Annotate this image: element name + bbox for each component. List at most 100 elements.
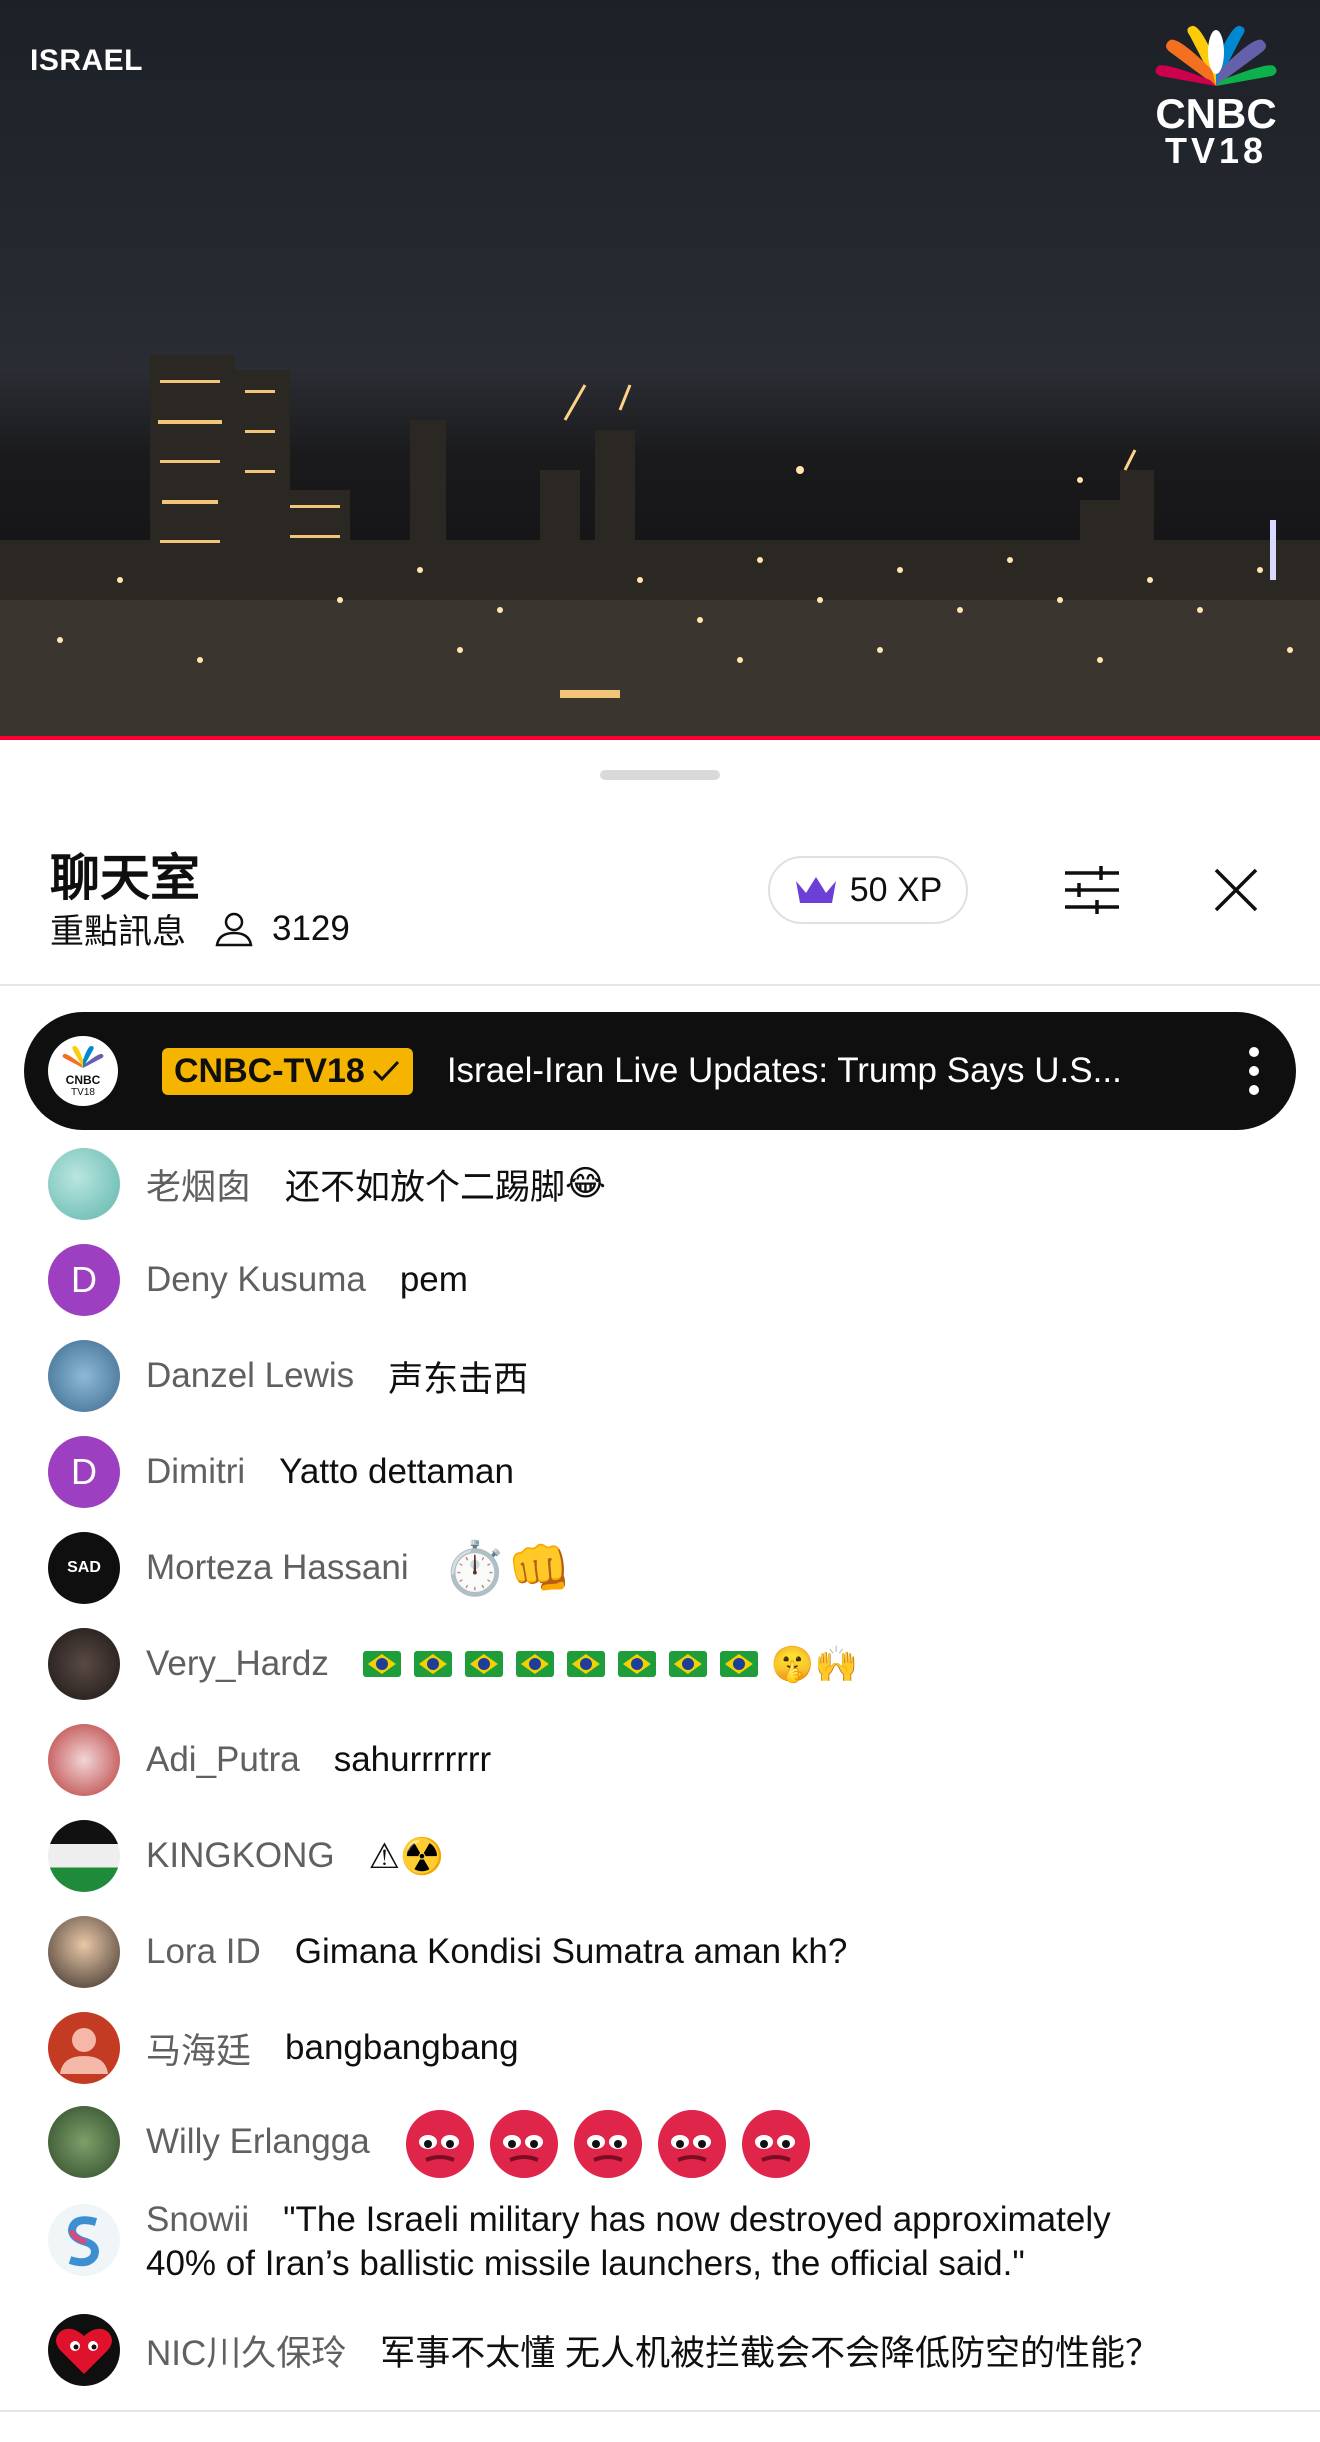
message-author[interactable]: Snowii xyxy=(146,2200,249,2240)
chat-message[interactable]: Lora ID Gimana Kondisi Sumatra aman kh? xyxy=(48,1916,1288,1988)
chat-message[interactable]: KINGKONG ⚠☢️ xyxy=(48,1820,1288,1892)
chat-mode-selector[interactable]: 重點訊息 3129 xyxy=(50,904,350,953)
message-author[interactable]: 老烟囱 xyxy=(146,1159,251,1210)
xp-button[interactable]: 50 XP xyxy=(768,856,968,924)
chat-mode-label[interactable]: 重點訊息 xyxy=(50,904,186,953)
chat-message[interactable]: SAD Morteza Hassani ⏱️👊 xyxy=(48,1532,1288,1604)
message-author[interactable]: Adi_Putra xyxy=(146,1740,300,1780)
viewers-icon xyxy=(215,912,253,946)
message-text-wrapper xyxy=(404,2104,824,2180)
message-text: pem xyxy=(399,1260,468,1299)
message-author[interactable]: Very_Hardz xyxy=(146,1644,329,1684)
brazil-flag-icon xyxy=(413,1651,452,1677)
message-line-1: Snowii "The Israeli military has now des… xyxy=(146,2200,1111,2240)
message-text: sahurrrrrrr xyxy=(333,1740,492,1779)
avatar-letter: D xyxy=(71,1259,97,1300)
message-text: 声东击西 xyxy=(388,1359,529,1399)
message-author[interactable]: Deny Kusuma xyxy=(146,1260,366,1300)
message-text: Gimana Kondisi Sumatra aman kh? xyxy=(294,1932,848,1971)
message-author[interactable]: 马海廷 xyxy=(146,2023,251,2074)
avatar: D xyxy=(48,1436,120,1508)
avatar xyxy=(48,1916,120,1988)
stopwatch-fist-emoji-icon: ⏱️👊 xyxy=(442,1539,573,1598)
red-face-emoji-icon xyxy=(657,2110,726,2178)
crown-icon xyxy=(795,877,836,903)
pinned-channel-avatar: CNBC TV18 xyxy=(48,1036,118,1106)
red-face-emoji-icon xyxy=(405,2110,474,2178)
chat-title: 聊天室 xyxy=(50,850,200,906)
cnbc-logo-icon: CNBC TV18 xyxy=(62,1046,104,1098)
red-face-emoji-icon xyxy=(489,2110,558,2178)
brazil-flag-icon xyxy=(617,1651,656,1677)
brazil-flag-icon xyxy=(719,1651,758,1677)
close-icon xyxy=(1214,868,1258,912)
message-text-wrapper: 还不如放个二踢脚 😂 xyxy=(285,1159,606,1210)
message-author[interactable]: NIC川久保玲 xyxy=(146,2325,346,2376)
chat-message[interactable]: Very_Hardz 🤫🙌 xyxy=(48,1628,1288,1700)
verified-check-icon xyxy=(372,1060,399,1082)
avatar xyxy=(48,1148,120,1220)
brazil-flag-icon xyxy=(362,1651,401,1677)
drag-handle[interactable] xyxy=(600,770,720,780)
red-face-emoji-icon xyxy=(573,2110,642,2178)
city-skyline-image xyxy=(0,355,1320,740)
chat-message[interactable]: Danzel Lewis 声东击西 xyxy=(48,1340,1288,1412)
close-chat-button[interactable] xyxy=(1204,858,1268,922)
message-author[interactable]: Morteza Hassani xyxy=(146,1548,409,1588)
svg-text:TV18: TV18 xyxy=(71,1087,95,1098)
more-vert-icon[interactable] xyxy=(1248,1046,1260,1096)
sliders-icon xyxy=(1065,866,1119,914)
shush-raised-hands-emoji-icon: 🤫🙌 xyxy=(770,1644,859,1684)
message-author[interactable]: Lora ID xyxy=(146,1932,261,1972)
brazil-flag-icon xyxy=(464,1651,503,1677)
avatar: D xyxy=(48,1244,120,1316)
chat-input-divider xyxy=(0,2410,1320,2412)
peacock-icon xyxy=(1155,25,1277,86)
brazil-flag-icon xyxy=(515,1651,554,1677)
pinned-channel-name: CNBC-TV18 xyxy=(174,1051,365,1090)
avatar xyxy=(48,1628,120,1700)
message-text-wrapper: 🤫🙌 xyxy=(362,1644,859,1685)
chat-message[interactable]: NIC川久保玲 军事不太懂 无人机被拦截会不会降低防空的性能？ xyxy=(48,2314,1288,2386)
message-body: Snowii "The Israeli military has now des… xyxy=(146,2200,1111,2284)
message-text: ⚠☢️ xyxy=(368,1836,444,1876)
chat-message[interactable]: D Deny Kusuma pem xyxy=(48,1244,1288,1316)
avatar: SAD xyxy=(48,1532,120,1604)
avatar-letter: D xyxy=(71,1451,97,1492)
chat-message[interactable]: Willy Erlangga xyxy=(48,2104,1288,2180)
heart-eyes-logo-icon xyxy=(56,2328,112,2374)
pinned-message-text: Israel-Iran Live Updates: Trump Says U.S… xyxy=(446,1051,1122,1090)
message-text: Yatto dettaman xyxy=(279,1452,514,1491)
snow-s-logo-icon xyxy=(67,2216,99,2267)
live-chat-panel: 聊天室 重點訊息 3129 50 XP CNBC TV18 CNBC-TV18 … xyxy=(0,742,1320,2442)
location-tag: ISRAEL xyxy=(30,44,144,77)
video-player[interactable]: ISRAEL CNBC TV18 xyxy=(0,0,1320,740)
svg-text:CNBC: CNBC xyxy=(66,1073,101,1087)
brazil-flag-icon xyxy=(668,1651,707,1677)
avatar xyxy=(48,2204,120,2276)
message-author[interactable]: Danzel Lewis xyxy=(146,1356,354,1396)
laughing-emoji-icon: 😂 xyxy=(565,1164,606,1203)
message-text-continued: 40% of Iran’s ballistic missile launcher… xyxy=(146,2244,1025,2283)
cnbc-tv18-logo: CNBC TV18 xyxy=(1150,22,1282,171)
avatar xyxy=(48,1340,120,1412)
pinned-message[interactable]: CNBC TV18 CNBC-TV18 Israel-Iran Live Upd… xyxy=(24,1012,1296,1130)
chat-message[interactable]: 马海廷 bangbangbang xyxy=(48,2012,1288,2084)
message-author[interactable]: KINGKONG xyxy=(146,1836,335,1876)
message-text: 军事不太懂 无人机被拦截会不会降低防空的性能？ xyxy=(380,2333,1161,2373)
red-face-emoji-icon xyxy=(741,2110,810,2178)
chat-message[interactable]: D Dimitri Yatto dettaman xyxy=(48,1436,1288,1508)
avatar xyxy=(48,1820,120,1892)
message-author[interactable]: Dimitri xyxy=(146,1452,245,1492)
header-divider xyxy=(0,984,1320,986)
avatar xyxy=(48,2314,120,2386)
chat-message[interactable]: Snowii "The Israeli military has now des… xyxy=(48,2200,1288,2284)
message-text: "The Israeli military has now destroyed … xyxy=(283,2200,1111,2239)
logo-line2: TV18 xyxy=(1164,130,1268,171)
chat-message[interactable]: 老烟囱 还不如放个二踢脚 😂 xyxy=(48,1148,1288,1220)
chat-message[interactable]: Adi_Putra sahurrrrrrr xyxy=(48,1724,1288,1796)
avatar xyxy=(48,2106,120,2178)
chat-settings-button[interactable] xyxy=(1060,858,1124,922)
message-author[interactable]: Willy Erlangga xyxy=(146,2122,370,2162)
video-progress-bar[interactable] xyxy=(0,736,1320,740)
